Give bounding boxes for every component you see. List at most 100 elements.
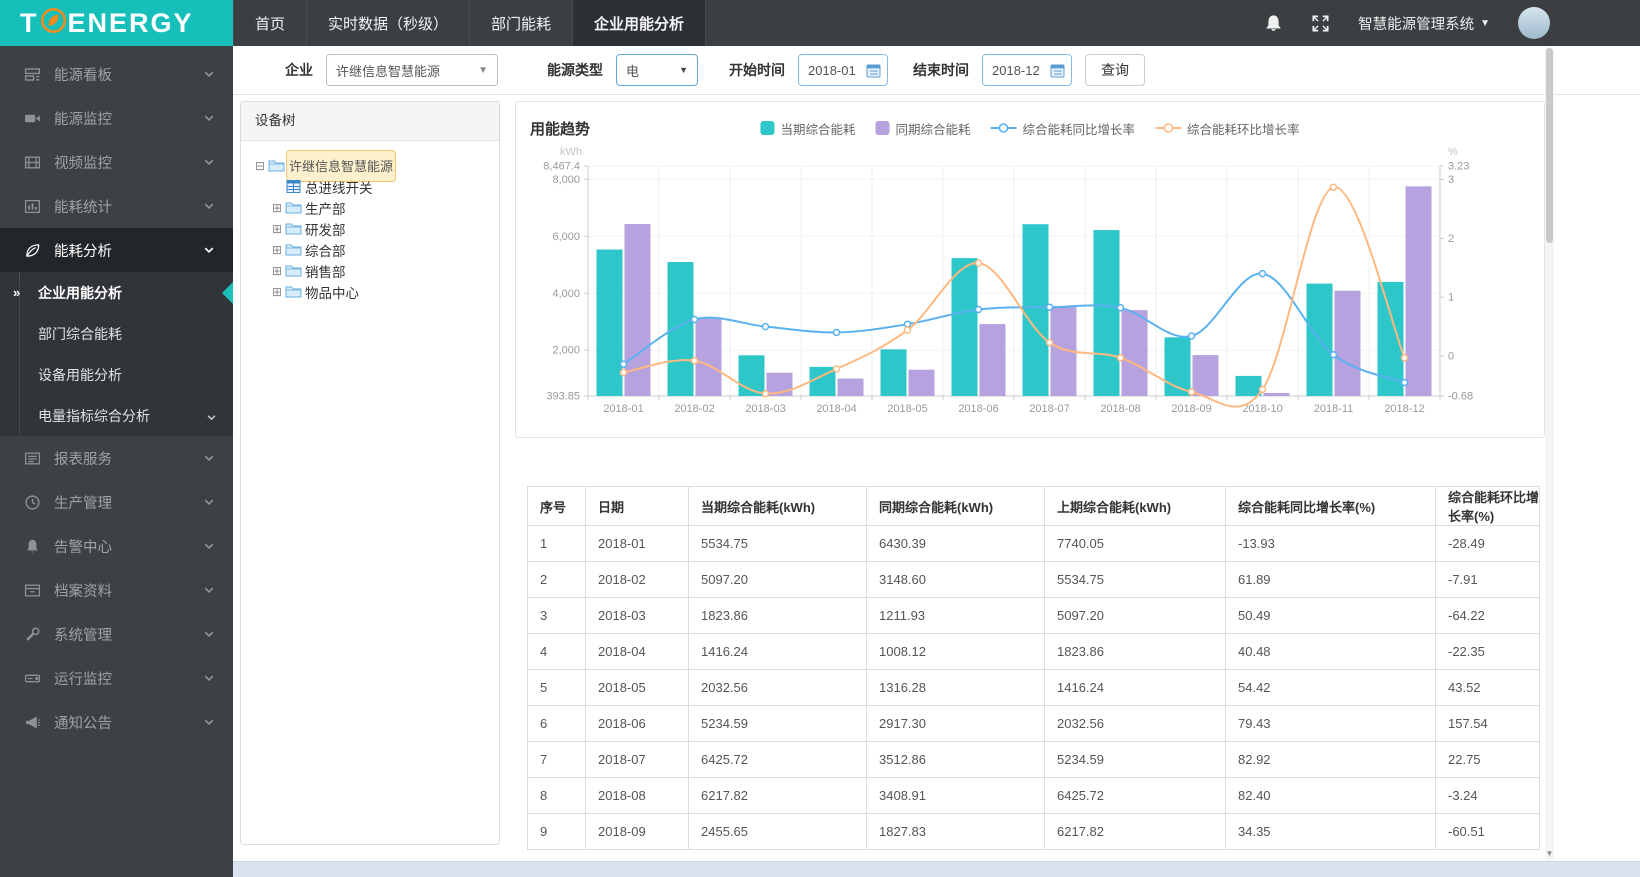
vertical-scrollbar[interactable]: ▼ xyxy=(1545,47,1554,861)
legend-item-1[interactable]: 当期综合能耗 xyxy=(760,119,855,138)
svg-text:2018-09: 2018-09 xyxy=(1171,403,1211,415)
tree-node-label[interactable]: 总进线开关 xyxy=(305,177,373,197)
table-cell: 2018-09 xyxy=(585,813,689,850)
sidebar-item-9[interactable]: 档案资料 xyxy=(0,568,233,612)
sidebar-item-4[interactable]: 能耗统计 xyxy=(0,184,233,228)
tree-toggle-plus-icon[interactable]: ⊞ xyxy=(270,222,284,236)
sidebar-subitem-3[interactable]: 设备用能分析 xyxy=(0,354,233,395)
tree-node-label[interactable]: 生产部 xyxy=(305,198,346,218)
sidebar-subitem-4[interactable]: 电量指标综合分析 xyxy=(0,395,233,436)
chart-host: 8,467.4 8,000 6,000 4,000 2,000 393.85 3.23 3 2 1… xyxy=(530,144,1530,441)
company-select[interactable]: 许继信息智慧能源 ▼ xyxy=(326,54,498,86)
query-button[interactable]: 查询 xyxy=(1085,54,1145,86)
drive-icon xyxy=(24,670,41,687)
sidebar-subitem-2[interactable]: 部门综合能耗 xyxy=(0,313,233,354)
nav-tab-1[interactable]: 首页 xyxy=(233,0,308,46)
table-cell: 9 xyxy=(527,813,586,850)
tree-node-label[interactable]: 销售部 xyxy=(305,261,346,281)
company-label: 企业 xyxy=(285,62,313,78)
fullscreen-icon[interactable] xyxy=(1311,14,1330,33)
legend-item-3[interactable]: 综合能耗同比增长率 xyxy=(990,119,1135,138)
sidebar-item-5[interactable]: 能耗分析 xyxy=(0,228,233,272)
tree-node-label[interactable]: 综合部 xyxy=(305,240,346,260)
sidebar-item-3[interactable]: 视频监控 xyxy=(0,140,233,184)
tree-node-2[interactable]: 总进线开关 xyxy=(249,176,491,197)
chevron-down-icon xyxy=(203,156,215,168)
table-row: 9 2018-09 2455.65 1827.83 6217.82 34.35 -60.51 xyxy=(527,813,1540,850)
chevron-down-icon xyxy=(206,410,217,421)
sidebar-item-label: 报表服务 xyxy=(54,451,112,468)
end-time-input[interactable] xyxy=(992,62,1045,78)
legend-item-4[interactable]: 综合能耗环比增长率 xyxy=(1155,119,1300,138)
table-column-header: 当期综合能耗(kWh) xyxy=(688,486,867,526)
table-cell: 2917.30 xyxy=(866,705,1045,742)
table-row: 4 2018-04 1416.24 1008.12 1823.86 40.48 -22.35 xyxy=(527,633,1540,670)
system-name-dropdown[interactable]: 智慧能源管理系统 ▼ xyxy=(1358,13,1490,34)
svg-text:2,000: 2,000 xyxy=(552,345,580,357)
svg-text:2018-04: 2018-04 xyxy=(816,403,856,415)
sidebar-item-label: 生产管理 xyxy=(54,495,112,512)
table-column-header: 序号 xyxy=(527,486,586,526)
calendar-icon[interactable] xyxy=(866,63,881,78)
svg-text:2018-03: 2018-03 xyxy=(745,403,785,415)
table-cell: 6425.72 xyxy=(1044,777,1226,814)
tree-node-label[interactable]: 研发部 xyxy=(305,219,346,239)
sidebar-item-10[interactable]: 系统管理 xyxy=(0,612,233,656)
sidebar-item-2[interactable]: 能源监控 xyxy=(0,96,233,140)
sidebar-item-1[interactable]: 能源看板 xyxy=(0,52,233,96)
start-time-input[interactable] xyxy=(808,62,861,78)
table-cell: 54.42 xyxy=(1225,669,1436,706)
tree-toggle-plus-icon[interactable]: ⊞ xyxy=(270,201,284,215)
tree-node-7[interactable]: ⊞ 物品中心 xyxy=(249,281,491,302)
energy-type-select[interactable]: 电 ▼ xyxy=(616,54,698,86)
tree-toggle-minus-icon[interactable]: ⊟ xyxy=(253,159,267,173)
table-cell: 5097.20 xyxy=(688,561,867,598)
device-tree-header: 设备树 xyxy=(241,102,499,141)
chevron-down-icon xyxy=(203,496,215,508)
tree-toggle-plus-icon[interactable]: ⊞ xyxy=(270,264,284,278)
tree-toggle-plus-icon[interactable]: ⊞ xyxy=(270,285,284,299)
logo-leaf-icon xyxy=(40,7,67,39)
nav-tab-4[interactable]: 企业用能分析 xyxy=(573,0,707,46)
table-cell: -28.49 xyxy=(1435,525,1540,562)
sidebar-subitem-1[interactable]: » 企业用能分析 xyxy=(0,272,233,313)
user-avatar[interactable] xyxy=(1518,7,1550,39)
tree-node-6[interactable]: ⊞ 销售部 xyxy=(249,260,491,281)
table-cell: 2018-07 xyxy=(585,741,689,778)
tree-node-5[interactable]: ⊞ 综合部 xyxy=(249,239,491,260)
svg-text:2: 2 xyxy=(1448,233,1454,245)
table-cell: 1008.12 xyxy=(866,633,1045,670)
legend-item-2[interactable]: 同期综合能耗 xyxy=(875,119,971,138)
sidebar-item-11[interactable]: 运行监控 xyxy=(0,656,233,700)
nav-tab-3[interactable]: 部门能耗 xyxy=(470,0,574,46)
nav-tab-2[interactable]: 实时数据（秒级） xyxy=(307,0,471,46)
camera-icon xyxy=(24,110,41,127)
table-column-header: 同期综合能耗(kWh) xyxy=(866,486,1045,526)
tree-node-label[interactable]: 物品中心 xyxy=(305,282,359,302)
sidebar-item-label: 告警中心 xyxy=(54,539,112,556)
sidebar-item-6[interactable]: 报表服务 xyxy=(0,436,233,480)
tree-node-4[interactable]: ⊞ 研发部 xyxy=(249,218,491,239)
sidebar-item-7[interactable]: 生产管理 xyxy=(0,480,233,524)
table-cell: 40.48 xyxy=(1225,633,1436,670)
sidebar-item-12[interactable]: 通知公告 xyxy=(0,700,233,744)
sidebar-item-8[interactable]: 告警中心 xyxy=(0,524,233,568)
horizontal-scrollbar[interactable] xyxy=(233,861,1640,877)
table-cell: 82.92 xyxy=(1225,741,1436,778)
chevron-down-icon xyxy=(203,68,215,80)
analysis-column: 用能趋势 当期综合能耗 同期综合能耗 综合能耗同比增长率 综合能耗环比增长率 8,46… xyxy=(515,101,1545,862)
tree-toggle-plus-icon[interactable]: ⊞ xyxy=(270,243,284,257)
energy-trend-chart[interactable]: 8,467.48,000 6,000 4,000 2,000 393.85 3.233 2 1… xyxy=(530,144,1530,436)
legend-label: 同期综合能耗 xyxy=(895,122,971,137)
scrollbar-thumb[interactable] xyxy=(1546,48,1553,243)
sidebar-item-label: 能耗统计 xyxy=(54,199,112,216)
scrollbar-down-arrow[interactable]: ▼ xyxy=(1545,847,1554,861)
chevron-down-icon: ▼ xyxy=(1480,17,1490,29)
tree-node-1[interactable]: ⊟ 许继信息智慧能源 xyxy=(249,149,491,182)
system-name: 智慧能源管理系统 xyxy=(1358,16,1475,33)
calendar-icon[interactable] xyxy=(1050,63,1065,78)
tree-node-3[interactable]: ⊞ 生产部 xyxy=(249,197,491,218)
energy-type-label: 能源类型 xyxy=(547,62,603,78)
notification-bell-icon[interactable] xyxy=(1264,14,1283,33)
sidebar-item-label: 能源看板 xyxy=(54,67,112,84)
